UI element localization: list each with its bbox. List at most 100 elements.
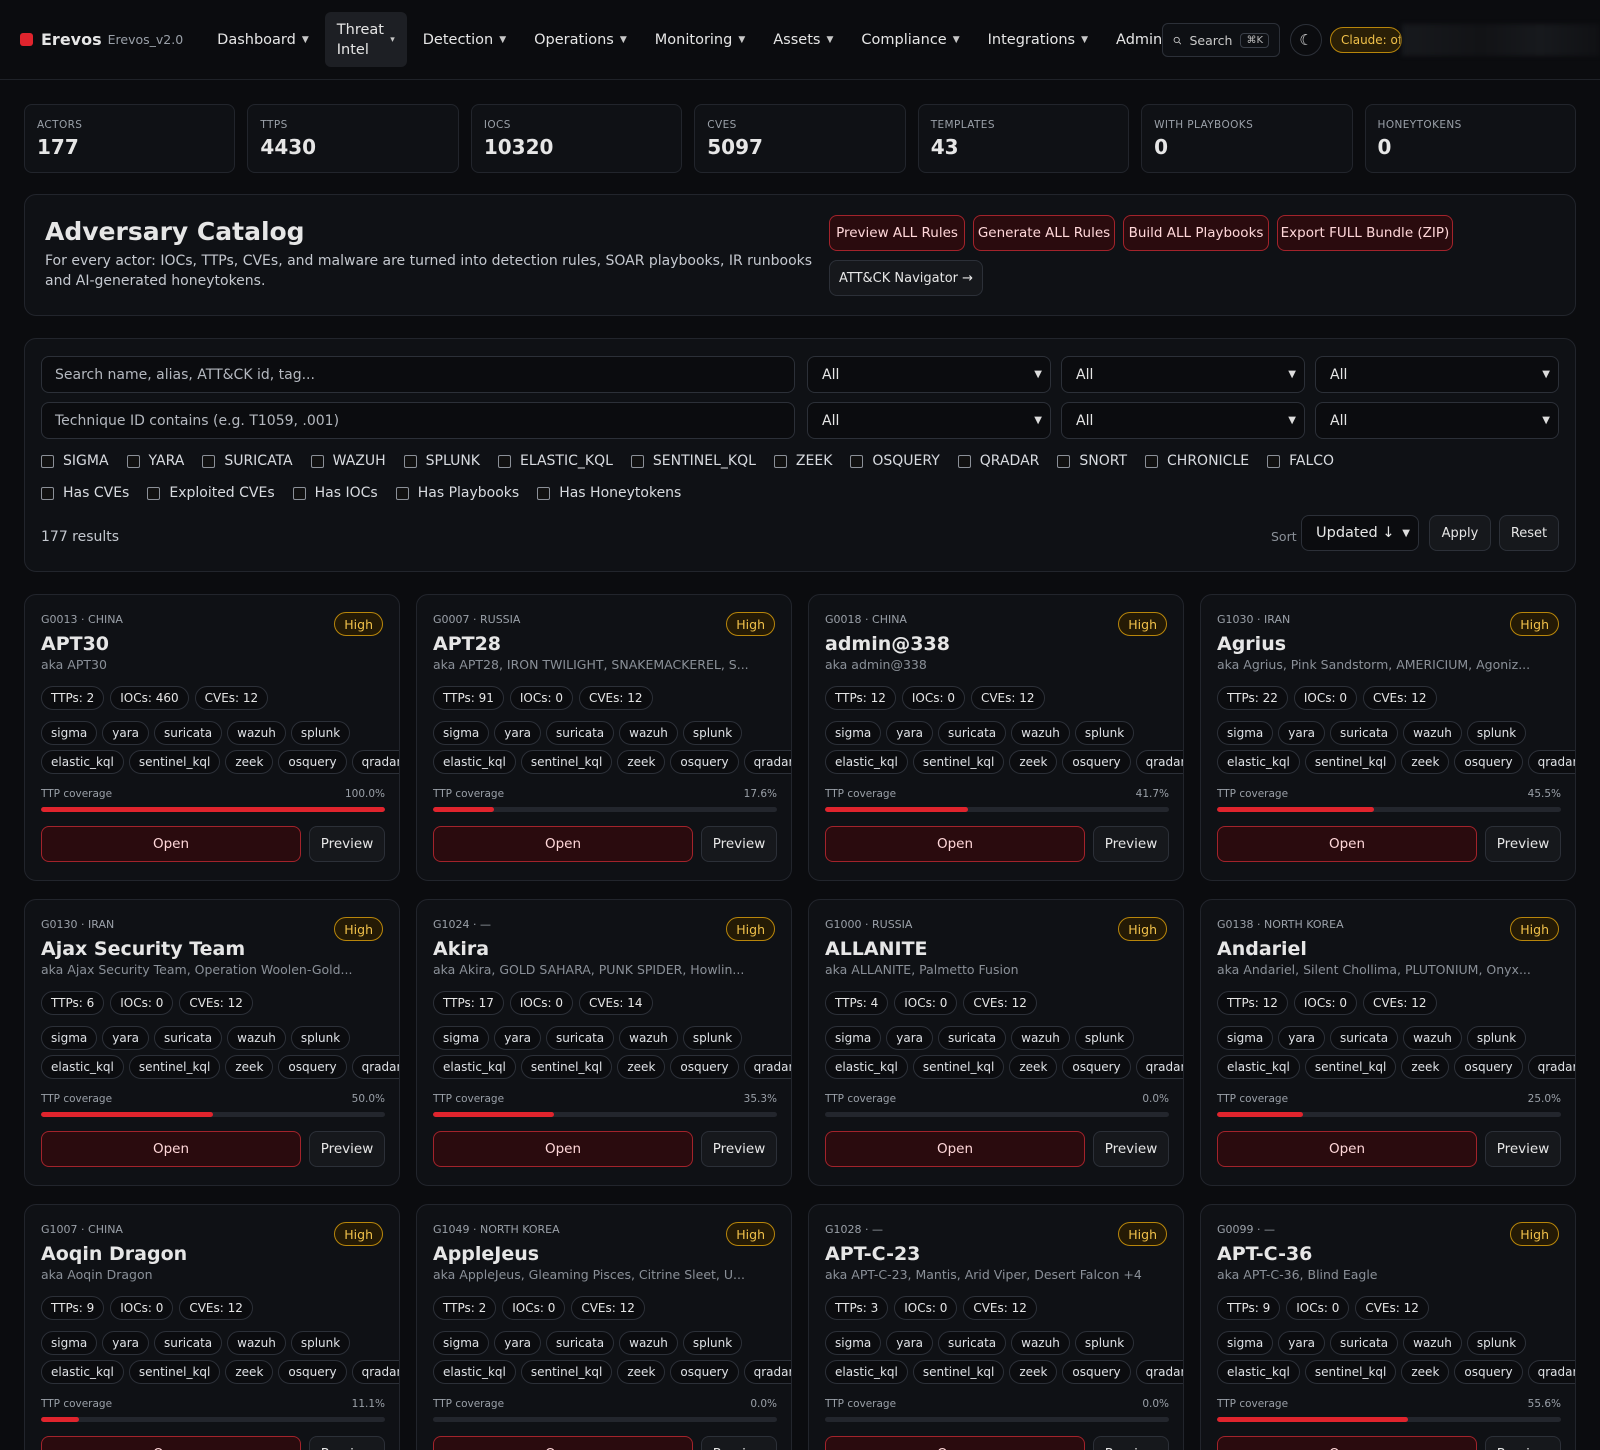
open-actor-button[interactable]: Open [825,826,1085,862]
coverage-label-row: TTP coverage 0.0% [825,1093,1169,1105]
nav-integrations[interactable]: Integrations ▼ [976,24,1100,56]
engine-tag: yara [494,721,541,745]
apply-button[interactable]: Apply [1429,515,1491,551]
engine-tag: yara [102,721,149,745]
ttp-count-badge: TTPs: 2 [433,1296,497,1320]
preview-actor-button[interactable]: Preview [309,1131,385,1167]
preview-actor-button[interactable]: Preview [1485,1131,1561,1167]
sort-select[interactable]: Updated ↓ ▼ [1301,515,1419,551]
nav-operations[interactable]: Operations ▼ [522,24,639,56]
risk-badge: High [1118,1222,1167,1246]
engine-tag: zeek [225,750,274,774]
flag-checkbox-has-iocs[interactable]: Has IOCs [292,485,378,501]
nav-assets[interactable]: Assets ▼ [761,24,845,56]
coverage-progress-fill [1217,807,1374,812]
engine-checkbox-qradar[interactable]: QRADAR [957,453,1039,469]
preview-all-rules-button[interactable]: Preview ALL Rules [829,215,965,251]
reset-button[interactable]: Reset [1499,515,1559,551]
ioc-count-badge: IOCs: 0 [509,686,573,710]
engine-tag: zeek [617,1055,666,1079]
preview-actor-button[interactable]: Preview [701,1131,777,1167]
engine-tag: sentinel_kql [520,750,613,774]
filter-select-2[interactable]: All ▼ [1061,356,1305,393]
cve-count-badge: CVEs: 12 [1362,991,1437,1015]
actor-search-input[interactable]: Search name, alias, ATT&CK id, tag... [41,356,795,393]
preview-actor-button[interactable]: Preview [1485,826,1561,862]
risk-badge: High [334,1222,383,1246]
chevron-down-icon: ▼ [1542,415,1550,426]
preview-actor-button[interactable]: Preview [1093,826,1169,862]
flag-checkbox-has-playbooks[interactable]: Has Playbooks [395,485,519,501]
nav-compliance[interactable]: Compliance ▼ [849,24,971,56]
engine-checkbox-chronicle[interactable]: CHRONICLE [1145,453,1249,469]
filter-select-3[interactable]: All ▼ [1315,356,1559,393]
export-full-bundle-button[interactable]: Export FULL Bundle (ZIP) [1277,215,1453,251]
engine-checkbox-sentinel-kql[interactable]: SENTINEL_KQL [630,453,756,469]
engine-checkbox-wazuh[interactable]: WAZUH [310,453,386,469]
open-actor-button[interactable]: Open [41,1436,301,1450]
technique-id-input[interactable]: Technique ID contains (e.g. T1059, .001) [41,402,795,439]
filter-select-4[interactable]: All ▼ [807,402,1051,439]
flag-checkbox-exploited-cves[interactable]: Exploited CVEs [147,485,275,501]
coverage-value: 17.6% [743,788,777,800]
engine-checkbox-elastic-kql[interactable]: ELASTIC_KQL [498,453,613,469]
engine-checkbox-splunk[interactable]: SPLUNK [403,453,480,469]
preview-actor-button[interactable]: Preview [1093,1436,1169,1450]
engine-tag: qradar [351,1360,399,1384]
engine-tag: qradar [1135,1360,1183,1384]
preview-actor-button[interactable]: Preview [701,1436,777,1450]
engine-checkbox-osquery[interactable]: OSQUERY [850,453,940,469]
filter-select-1[interactable]: All ▼ [807,356,1051,393]
open-actor-button[interactable]: Open [41,1131,301,1167]
open-actor-button[interactable]: Open [433,1131,693,1167]
cve-count-badge: CVEs: 12 [970,686,1045,710]
claude-status-badge[interactable]: Claude: offl [1330,27,1402,53]
open-actor-button[interactable]: Open [433,826,693,862]
preview-actor-button[interactable]: Preview [1485,1436,1561,1450]
filter-select-6[interactable]: All ▼ [1315,402,1559,439]
preview-actor-button[interactable]: Preview [1093,1131,1169,1167]
filter-select-5[interactable]: All ▼ [1061,402,1305,439]
engine-checkbox-snort[interactable]: SNORT [1057,453,1127,469]
engine-tag: osquery [670,1055,739,1079]
engine-checkbox-sigma[interactable]: SIGMA [41,453,109,469]
actor-name: Aoqin Dragon [41,1243,188,1265]
engine-checkbox-yara[interactable]: YARA [126,453,184,469]
theme-toggle-button[interactable]: ☾ [1290,24,1322,56]
flag-checkbox-has-cves[interactable]: Has CVEs [41,485,129,501]
cve-count-badge: CVEs: 12 [571,1296,645,1320]
actor-name: Akira [433,938,490,960]
open-actor-button[interactable]: Open [433,1436,693,1450]
engine-tag: splunk [1466,1026,1527,1050]
coverage-value: 50.0% [351,1093,385,1105]
engine-tag: zeek [225,1055,274,1079]
engine-checkbox-suricata[interactable]: SURICATA [202,453,293,469]
engine-checkbox-zeek[interactable]: ZEEK [773,453,832,469]
open-actor-button[interactable]: Open [825,1436,1085,1450]
flag-checkbox-has-honeytokens[interactable]: Has Honeytokens [537,485,681,501]
engine-tag: sentinel_kql [1304,1360,1397,1384]
open-actor-button[interactable]: Open [825,1131,1085,1167]
engine-tag: osquery [1454,1055,1523,1079]
build-all-playbooks-button[interactable]: Build ALL Playbooks [1123,215,1269,251]
attack-navigator-button[interactable]: ATT&CK Navigator → [829,260,983,296]
open-actor-button[interactable]: Open [41,826,301,862]
ttp-count-badge: TTPs: 3 [825,1296,889,1320]
app-name[interactable]: Erevos [41,30,102,49]
engine-checkbox-falco[interactable]: FALCO [1267,453,1334,469]
engine-tag: sentinel_kql [912,1055,1005,1079]
preview-actor-button[interactable]: Preview [309,1436,385,1450]
preview-actor-button[interactable]: Preview [309,826,385,862]
open-actor-button[interactable]: Open [1217,826,1477,862]
open-actor-button[interactable]: Open [1217,1131,1477,1167]
global-search-button[interactable]: Search ⌘K [1162,23,1280,57]
generate-all-rules-button[interactable]: Generate ALL Rules [973,215,1115,251]
actor-card: G1007 · CHINA High Aoqin Dragon aka Aoqi… [24,1204,400,1450]
nav-threat-intel[interactable]: Threat Intel ▾ [324,12,407,67]
nav-dashboard[interactable]: Dashboard ▼ [205,24,321,56]
preview-actor-button[interactable]: Preview [701,826,777,862]
nav-monitoring[interactable]: Monitoring ▼ [643,24,757,56]
nav-detection[interactable]: Detection ▼ [411,24,518,56]
open-actor-button[interactable]: Open [1217,1436,1477,1450]
engine-tag: suricata [154,721,223,745]
